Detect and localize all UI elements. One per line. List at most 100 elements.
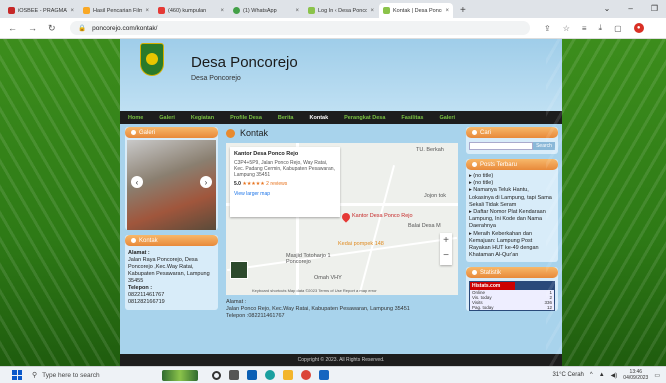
photos-icon[interactable] — [319, 370, 329, 380]
taskbar-search[interactable]: ⚲ Type here to search — [32, 371, 132, 380]
tab-search-icon[interactable]: ⌄ — [604, 4, 611, 13]
site-title[interactable]: Desa Poncorejo — [191, 54, 298, 71]
map-place-card: Kantor Desa Ponco Rejo C3P4+5P9, Jalan P… — [230, 147, 340, 217]
map-label: Masjid Totoharjo 1 Poncorejo — [286, 253, 331, 265]
taskbar-thumbnail[interactable] — [162, 369, 198, 381]
site-container: Desa Poncorejo Desa Poncorejo Home Galer… — [120, 39, 562, 366]
map-zoom-control: + − — [440, 233, 452, 265]
search-widget: Cari Search — [466, 127, 558, 154]
maximize-button[interactable]: ❐ — [651, 4, 658, 13]
view-larger-map-link[interactable]: View larger map — [234, 191, 336, 197]
browser-tab[interactable]: Log In ‹ Desa Poncoreji× — [304, 3, 378, 18]
menu-item-kontak[interactable]: Kontak — [310, 115, 329, 121]
notifications-icon[interactable]: ▭ — [654, 372, 660, 379]
close-tab-icon[interactable]: × — [220, 8, 224, 14]
edge-icon[interactable] — [265, 370, 275, 380]
widget-title: Cari — [466, 127, 558, 138]
download-icon[interactable]: ⤓ — [599, 23, 603, 33]
close-tab-icon[interactable]: × — [370, 8, 374, 14]
weather-widget[interactable]: 31°C Cerah — [552, 372, 583, 378]
chrome-icon[interactable] — [301, 370, 311, 380]
chevron-right-icon[interactable]: › — [200, 176, 212, 188]
close-tab-icon[interactable]: × — [295, 8, 299, 14]
reload-icon[interactable]: ↻ — [48, 23, 60, 34]
close-tab-icon[interactable]: × — [145, 8, 149, 14]
kontak-widget: Kontak Alamat : Jalan Raya Poncorejo, De… — [125, 235, 218, 310]
browser-tab-active[interactable]: Kontak | Desa Poncore× — [379, 3, 453, 18]
zoom-in-button[interactable]: + — [440, 233, 452, 248]
post-link[interactable]: ▸ (no title) — [469, 180, 555, 187]
browser-tab-strip: iOSBEE - PRAGMATIC× Hasil Pencarian Film… — [0, 0, 666, 18]
statistik-widget: Statistik Histats.com Online 1 Vis. today… — [466, 267, 558, 312]
forward-icon[interactable]: → — [28, 23, 40, 33]
galeri-widget: Galeri ‹ › — [125, 127, 218, 230]
task-view-icon[interactable] — [229, 370, 239, 380]
menu-item-home[interactable]: Home — [128, 115, 143, 121]
page-title: Kontak — [226, 127, 458, 139]
place-name: Kantor Desa Ponco Rejo — [234, 151, 299, 157]
search-button[interactable]: Search — [533, 142, 555, 150]
alamat-text: Jalan Raya Poncorejo, Desa Poncorejo ,Ke… — [128, 257, 210, 284]
clock[interactable]: 13:46 04/09/2023 — [623, 369, 648, 381]
profile-avatar[interactable]: ● — [633, 23, 644, 33]
widget-title: Statistik — [466, 267, 558, 279]
browser-tab[interactable]: (460) kumpulan × — [154, 3, 228, 18]
sidebar-icon[interactable]: ▢ — [614, 24, 622, 33]
menu-item-galeri-2[interactable]: Galeri — [439, 115, 455, 121]
back-icon[interactable]: ← — [8, 23, 20, 33]
browser-tab[interactable]: (1) WhatsApp × — [229, 3, 303, 18]
minimize-button[interactable]: – — [628, 4, 632, 13]
favicon-icon — [83, 7, 90, 14]
village-logo[interactable] — [140, 43, 164, 76]
lock-icon: 🔒 — [78, 25, 87, 32]
cortana-icon[interactable] — [212, 370, 221, 380]
window-controls: ⌄ – ❐ — [604, 4, 658, 13]
phone-number: 081282166719 — [128, 299, 165, 305]
menu-item-berita[interactable]: Berita — [278, 115, 294, 121]
bookmark-star-icon[interactable]: ☆ — [563, 24, 570, 33]
browser-tab[interactable]: iOSBEE - PRAGMATIC× — [4, 3, 78, 18]
reviews-link[interactable]: 2 reviews — [266, 181, 287, 187]
bullet-icon — [131, 130, 136, 135]
taskbar-apps — [212, 370, 329, 380]
whatsapp-icon — [233, 7, 240, 14]
left-sidebar: Galeri ‹ › Kontak Alamat : Jalan Raya Po… — [125, 127, 218, 315]
url-field[interactable]: 🔒 poncorejo.com/kontak/ — [70, 21, 530, 35]
chevron-left-icon[interactable]: ‹ — [131, 176, 143, 188]
onedrive-icon[interactable] — [247, 370, 257, 380]
zoom-out-button[interactable]: − — [440, 248, 452, 263]
tray-chevron-icon[interactable]: ^ — [590, 372, 593, 378]
search-input[interactable] — [469, 142, 533, 150]
embedded-google-map[interactable]: Kantor Desa Ponco Rejo C3P4+5P9, Jalan P… — [226, 143, 458, 295]
gallery-slideshow-photo[interactable]: ‹ › — [127, 140, 216, 230]
favicon-icon — [308, 7, 315, 14]
map-label: Jojon tok — [424, 193, 447, 199]
menu-item-profile-desa[interactable]: Profile Desa — [230, 115, 262, 121]
close-tab-icon[interactable]: × — [70, 8, 74, 14]
satellite-toggle[interactable] — [230, 261, 248, 279]
new-tab-button[interactable]: + — [460, 5, 466, 16]
post-link[interactable]: ▸ Namanya Teluk Hantu, Lokasinya di Lamp… — [469, 187, 555, 209]
post-link[interactable]: ▸ (no title) — [469, 173, 555, 180]
menu-item-perangkat-desa[interactable]: Perangkat Desa — [344, 115, 385, 121]
histats-counter[interactable]: Histats.com Online 1 Vis. today 2 Visits 33… — [469, 281, 555, 312]
main-content: Kontak Kantor Desa Ponco Rejo C3P4+5P9, … — [226, 127, 458, 352]
phone-number: 082211461767 — [128, 292, 165, 298]
browser-toolbar: ⇪ ☆ ≡ ⤓ ▢ ● — [544, 23, 644, 33]
bullet-icon — [472, 270, 477, 276]
file-explorer-icon[interactable] — [283, 370, 293, 380]
network-icon[interactable]: ▲ — [599, 372, 605, 378]
post-link[interactable]: ▸ Meraih Keberkahan dan Kemajuan: Lampun… — [469, 231, 555, 260]
reading-list-icon[interactable]: ≡ — [582, 24, 587, 33]
menu-item-kegiatan[interactable]: Kegiatan — [191, 115, 214, 121]
place-rating: 5.0 ★★★★★ 2 reviews — [234, 181, 288, 187]
windows-start-icon[interactable] — [12, 370, 22, 380]
volume-icon[interactable]: ◀) — [611, 372, 618, 379]
menu-item-fasilitas[interactable]: Fasilitas — [401, 115, 423, 121]
map-pin-icon[interactable] — [340, 211, 352, 223]
browser-tab[interactable]: Hasil Pencarian Film × — [79, 3, 153, 18]
close-tab-icon[interactable]: × — [445, 8, 449, 14]
share-icon[interactable]: ⇪ — [544, 24, 551, 33]
post-link[interactable]: ▸ Daftar Nomor Plat Kendaraan Lampung, I… — [469, 209, 555, 231]
menu-item-galeri[interactable]: Galeri — [159, 115, 175, 121]
